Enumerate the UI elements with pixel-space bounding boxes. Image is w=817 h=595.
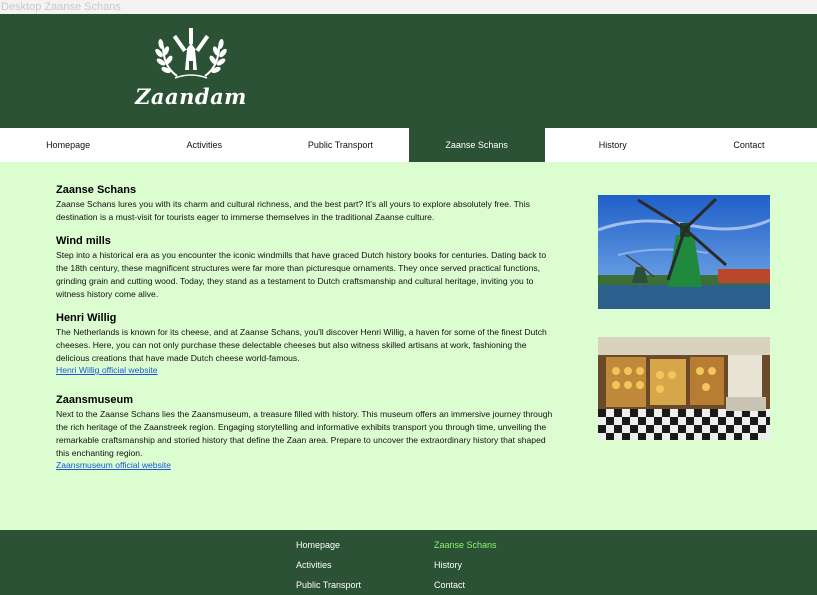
section-zaanse-schans: Zaanse Schans Zaanse Schans lures you wi… (56, 184, 560, 224)
section-wind-mills: Wind mills Step into a historical era as… (56, 235, 560, 301)
footer-link-history[interactable]: History (434, 560, 462, 570)
logo-text: Zaandam (135, 84, 247, 109)
site-logo[interactable]: Zaandam (135, 26, 247, 116)
section-text: Step into a historical era as you encoun… (56, 250, 547, 299)
zaansmuseum-link[interactable]: Zaansmuseum official website (56, 460, 560, 470)
section-title: Henri Willig (56, 312, 117, 324)
site-footer: Homepage Zaanse Schans Activities Histor… (0, 530, 817, 595)
section-zaansmuseum: Zaansmuseum Next to the Zaanse Schans li… (56, 394, 560, 470)
window-title: Desktop Zaanse Schans (0, 0, 817, 14)
nav-item-zaanse-schans[interactable]: Zaanse Schans (408, 128, 545, 162)
nav-item-activities[interactable]: Activities (136, 128, 272, 162)
section-title: Wind mills (56, 235, 111, 247)
section-henri-willig: Henri Willig The Netherlands is known fo… (56, 312, 560, 375)
footer-link-public-transport[interactable]: Public Transport (296, 580, 361, 590)
main-content: Zaanse Schans Zaanse Schans lures you wi… (56, 184, 560, 481)
nav-item-contact[interactable]: Contact (681, 128, 817, 162)
footer-link-zaanse-schans[interactable]: Zaanse Schans (434, 540, 497, 550)
section-title: Zaansmuseum (56, 394, 134, 406)
windmill-photo (598, 195, 770, 309)
section-title: Zaanse Schans (56, 184, 137, 196)
nav-item-public-transport[interactable]: Public Transport (272, 128, 408, 162)
footer-link-homepage[interactable]: Homepage (296, 540, 340, 550)
windmill-logo-icon (155, 28, 227, 79)
footer-link-activities[interactable]: Activities (296, 560, 332, 570)
section-text: The Netherlands is known for its cheese,… (56, 327, 547, 363)
henri-willig-link[interactable]: Henri Willig official website (56, 365, 560, 375)
footer-link-contact[interactable]: Contact (434, 580, 465, 590)
section-text: Next to the Zaanse Schans lies the Zaans… (56, 409, 553, 458)
main-nav: Homepage Activities Public Transport Zaa… (0, 128, 817, 162)
section-text: Zaanse Schans lures you with its charm a… (56, 199, 530, 222)
cheese-shop-photo (598, 337, 770, 440)
nav-item-history[interactable]: History (545, 128, 681, 162)
site-header: Zaandam (0, 14, 817, 128)
nav-item-homepage[interactable]: Homepage (0, 128, 136, 162)
